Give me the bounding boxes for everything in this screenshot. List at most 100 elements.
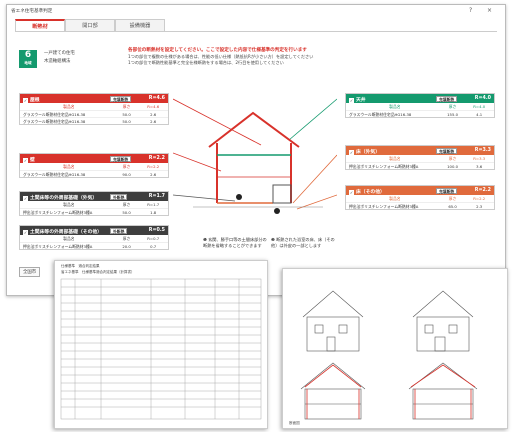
col-name: 製品名 <box>63 202 75 207</box>
method-select[interactable]: 充填断熱 <box>436 147 458 154</box>
report-title: 仕様基準 適合判定結果 <box>61 264 100 268</box>
panel-ground-other: ✓ 土間床等の外周部基礎（その他） 外断熱 R=0.5 製品名 厚さ R=0.7 押出法ポリス… <box>19 225 169 250</box>
panel-checkbox[interactable]: ✓ <box>23 98 28 103</box>
column-headers: 製品名 厚さ R=4.0 <box>346 103 494 110</box>
region-badge: 6 地域 <box>19 50 37 68</box>
panel-r-value: R=1.7 <box>148 194 165 199</box>
product-row[interactable]: グラスウール断熱材住宅品HG16-38 50.0 2.6 <box>20 110 168 117</box>
column-headers: 製品名 厚さ R=0.7 <box>20 235 168 242</box>
panel-header: ✓ 土間床等の外周部基礎（その他） 外断熱 R=0.5 <box>20 226 168 235</box>
product-row[interactable]: 押出法ポリスチレンフォーム断熱材3種A 20.0 0.7 <box>20 242 168 249</box>
product-r: 2.3 <box>476 204 483 209</box>
house-elevations <box>300 290 478 420</box>
product-row[interactable]: 押出法ポリスチレンフォーム断熱材3種A 65.0 2.3 <box>346 202 494 209</box>
panel-title: 土間床等の外周部基礎（外気） <box>30 196 98 201</box>
instructions: 各部位の断熱材を設定してください。ここで設定した内容で仕様基準の判定を行います … <box>128 48 458 66</box>
col-required-r: R=4.0 <box>473 104 486 109</box>
col-required-r: R=2.2 <box>147 164 160 169</box>
region-number: 6 <box>24 50 32 60</box>
col-name: 製品名 <box>63 164 75 169</box>
panel-r-value: R=4.0 <box>474 96 491 101</box>
product-thickness: 50.0 <box>122 119 131 124</box>
product-r: 2.6 <box>150 119 157 124</box>
method-select[interactable]: 外断熱 <box>110 227 128 234</box>
col-required-r: R=4.6 <box>147 104 160 109</box>
panel-roof-beam: ✓ 屋根 充填断熱 R=4.6 製品名 厚さ R=4.6 グラスウール断熱材住宅品HG16-3… <box>19 93 169 125</box>
footer-button[interactable]: 全国市 <box>19 267 41 277</box>
tab-openings[interactable]: 開口部 <box>65 19 115 31</box>
product-row[interactable]: 押出法ポリスチレンフォーム断熱材3種A 50.0 1.8 <box>20 208 168 215</box>
panel-title: 屋根 <box>30 98 40 103</box>
column-headers: 製品名 厚さ R=2.2 <box>20 163 168 170</box>
col-thickness: 厚さ <box>122 164 131 169</box>
roof-line <box>208 111 300 148</box>
method-select[interactable]: 充填断熱 <box>436 95 458 102</box>
help-button[interactable]: ? <box>469 7 472 14</box>
col-name: 製品名 <box>389 104 401 109</box>
panel-title: 土間床等の外周部基礎（その他） <box>30 230 102 235</box>
region-unit: 地域 <box>24 61 32 65</box>
col-name: 製品名 <box>389 196 401 201</box>
panel-checkbox[interactable]: ✓ <box>23 196 28 201</box>
note-1: ❶ 玄関、勝手口等の土間床部分の断熱を省略することができます <box>203 237 267 248</box>
method-select[interactable]: 充填断熱 <box>110 155 132 162</box>
panel-checkbox[interactable]: ✓ <box>23 158 28 163</box>
col-thickness: 厚さ <box>448 196 457 201</box>
panel-wall: ✓ 壁 充填断熱 R=2.2 製品名 厚さ R=2.2 グラスウール断熱材住宅品HG16-38… <box>19 153 169 178</box>
house-diagram <box>173 98 337 214</box>
product-name: 押出法ポリスチレンフォーム断熱材3種A <box>23 210 93 215</box>
leader-line <box>173 98 262 146</box>
report-subtitle: 省エネ基準 仕様基準適合判定結果（計算書） <box>61 270 135 274</box>
panel-header: ✓ 壁 充填断熱 R=2.2 <box>20 154 168 163</box>
panel-floor-exterior: ✓ 床（外気） 充填断熱 R=3.3 製品名 厚さ R=3.3 押出法ポリスチレンフォーム断熱… <box>345 145 495 170</box>
product-thickness: 100.0 <box>447 164 458 169</box>
method-select[interactable]: 充填断熱 <box>110 95 132 102</box>
leader-line <box>292 154 337 204</box>
panel-header: ✓ 土間床等の外周部基礎（外気） 外断熱 R=1.7 <box>20 192 168 201</box>
panel-r-value: R=2.2 <box>474 188 491 193</box>
col-thickness: 厚さ <box>448 104 457 109</box>
col-name: 製品名 <box>389 156 401 161</box>
panel-checkbox[interactable]: ✓ <box>349 190 354 195</box>
product-row[interactable]: グラスウール断熱材住宅品HG16-38 90.0 2.6 <box>20 170 168 177</box>
panel-title: 床（外気） <box>356 150 380 155</box>
product-row[interactable]: 押出法ポリスチレンフォーム断熱材3種A 100.0 3.6 <box>346 162 494 169</box>
product-row[interactable]: グラスウール断熱材住宅品HG16-38 50.0 2.6 <box>20 117 168 124</box>
product-name: グラスウール断熱材住宅品HG16-38 <box>349 112 412 117</box>
product-name: グラスウール断熱材住宅品HG16-38 <box>23 119 86 124</box>
product-r: 4.1 <box>476 112 483 117</box>
product-name: グラスウール断熱材住宅品HG16-38 <box>23 112 86 117</box>
tab-bar: 断熱材 開口部 設備機器 <box>15 19 165 31</box>
panel-checkbox[interactable]: ✓ <box>23 230 28 235</box>
product-name: 押出法ポリスチレンフォーム断熱材3種A <box>349 164 419 169</box>
col-thickness: 厚さ <box>448 156 457 161</box>
panel-title: 壁 <box>30 158 35 163</box>
tab-equipment[interactable]: 設備機器 <box>115 19 165 31</box>
method-select[interactable]: 外断熱 <box>110 193 128 200</box>
column-headers: 製品名 厚さ R=3.3 <box>346 155 494 162</box>
product-row[interactable]: グラスウール断熱材住宅品HG16-38 155.0 4.1 <box>346 110 494 117</box>
col-required-r: R=0.7 <box>147 236 160 241</box>
panel-checkbox[interactable]: ✓ <box>349 98 354 103</box>
drawing-caption: 断面図 <box>289 421 300 425</box>
product-thickness: 65.0 <box>448 204 457 209</box>
report-table <box>60 278 262 420</box>
panel-floor-other: ✓ 床（その他） 充填断熱 R=2.2 製品名 厚さ R=2.2 押出法ポリスチレンフォーム断… <box>345 185 495 210</box>
panel-checkbox[interactable]: ✓ <box>349 150 354 155</box>
note-2: ❷ 断熱された浴室の床、床（その他）は外皮の一部とします <box>271 237 335 248</box>
leader-line <box>173 152 222 172</box>
column-headers: 製品名 厚さ R=1.7 <box>20 201 168 208</box>
bath-box <box>272 184 292 204</box>
panel-ground-exterior: ✓ 土間床等の外周部基礎（外気） 外断熱 R=1.7 製品名 厚さ R=1.7 押出法ポリスチ… <box>19 191 169 216</box>
col-name: 製品名 <box>63 104 75 109</box>
product-r: 3.6 <box>476 164 483 169</box>
product-thickness: 90.0 <box>122 172 131 177</box>
panel-r-value: R=3.3 <box>474 148 491 153</box>
instructions-line2: 1つの部位で断熱性能基準と完全仕様断熱をする場合は、2行目を使用してください <box>128 60 284 65</box>
tab-insulation[interactable]: 断熱材 <box>15 19 65 31</box>
close-button[interactable]: × <box>487 7 492 14</box>
method-select[interactable]: 充填断熱 <box>436 187 458 194</box>
col-required-r: R=1.7 <box>147 202 160 207</box>
leader-line <box>173 194 236 202</box>
product-thickness: 155.0 <box>447 112 458 117</box>
